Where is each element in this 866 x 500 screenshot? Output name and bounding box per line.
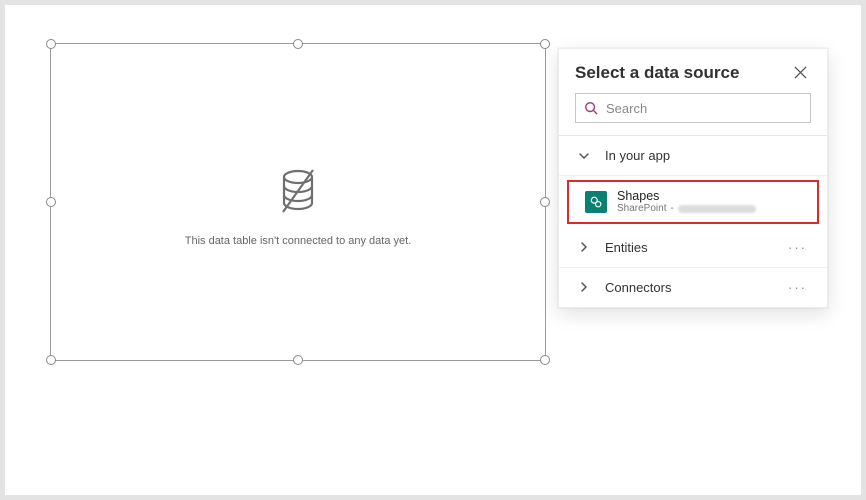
data-source-item-shapes[interactable]: Shapes SharePoint - [567, 180, 819, 224]
close-button[interactable] [790, 64, 811, 83]
resize-handle-br[interactable] [540, 355, 550, 365]
section-entities[interactable]: Entities ··· [559, 228, 827, 268]
resize-handle-tc[interactable] [293, 39, 303, 49]
more-button[interactable]: ··· [786, 240, 809, 255]
resize-handle-ml[interactable] [46, 197, 56, 207]
section-in-your-app[interactable]: In your app [559, 136, 827, 176]
section-connectors[interactable]: Connectors ··· [559, 268, 827, 307]
database-disconnected-icon [276, 168, 320, 221]
search-icon [584, 101, 598, 115]
data-source-panel: Select a data source In your app [558, 48, 828, 308]
data-table-placeholder-text: This data table isn't connected to any d… [185, 235, 412, 247]
section-label: In your app [605, 148, 670, 163]
resize-handle-tl[interactable] [46, 39, 56, 49]
resize-handle-bc[interactable] [293, 355, 303, 365]
search-input[interactable] [606, 95, 802, 121]
section-label: Entities [605, 240, 648, 255]
searchbox[interactable] [575, 93, 811, 123]
redacted-account [678, 205, 756, 213]
chevron-down-icon [577, 150, 591, 162]
dash: - [670, 203, 673, 215]
resize-handle-bl[interactable] [46, 355, 56, 365]
chevron-right-icon [577, 281, 591, 293]
resize-handle-mr[interactable] [540, 197, 550, 207]
more-button[interactable]: ··· [786, 280, 809, 295]
section-label: Connectors [605, 280, 671, 295]
canvas-area[interactable]: This data table isn't connected to any d… [18, 18, 838, 482]
sharepoint-icon [585, 191, 607, 213]
close-icon [794, 66, 807, 82]
resize-handle-tr[interactable] [540, 39, 550, 49]
chevron-right-icon [577, 241, 591, 253]
data-source-item-provider: SharePoint [617, 203, 666, 215]
data-source-item-title: Shapes [617, 189, 756, 203]
data-table-control[interactable]: This data table isn't connected to any d… [50, 43, 546, 361]
panel-title: Select a data source [575, 63, 739, 83]
